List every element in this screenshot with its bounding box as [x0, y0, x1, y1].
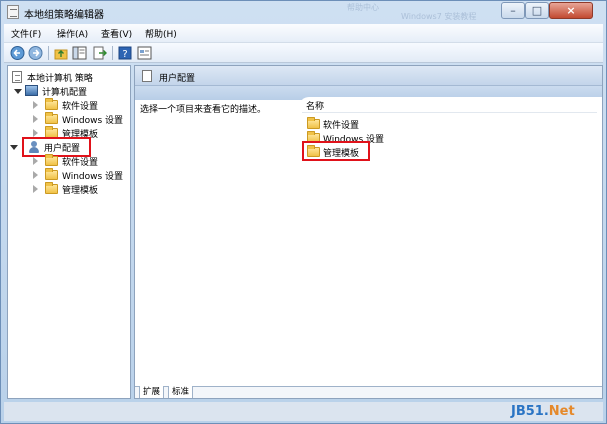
tree-node-computer-software[interactable]: 软件设置: [11, 98, 129, 112]
help-icon[interactable]: ?: [118, 46, 133, 60]
back-icon[interactable]: [10, 46, 25, 60]
highlight-admin-templates: [302, 141, 370, 161]
item-list[interactable]: 名称 软件设置 Windows 设置 管理模板: [299, 97, 602, 387]
menu-file[interactable]: 文件(F): [11, 27, 41, 40]
background-ghost-text-1: 帮助中心: [347, 3, 379, 12]
tree-label-root: 本地计算机 策略: [27, 74, 93, 84]
watermark-part2: Net: [548, 404, 575, 419]
tree-node-user-software[interactable]: 软件设置: [11, 154, 129, 168]
tree-node-computer-windows[interactable]: Windows 设置: [11, 112, 129, 126]
navigation-tree[interactable]: 本地计算机 策略 计算机配置 软件设置 Windows 设置 管理模板 用户配置: [7, 65, 131, 399]
folder-icon: [45, 154, 58, 166]
background-ghost-text-2: Windows7 安装教程: [401, 12, 477, 21]
column-header-name[interactable]: 名称: [306, 99, 324, 112]
menu-bar: 文件(F) 操作(A) 查看(V) 帮助(H): [4, 24, 603, 42]
export-list-icon[interactable]: [92, 46, 107, 60]
forward-icon[interactable]: [28, 46, 43, 60]
computer-icon: [25, 85, 38, 96]
minimize-button[interactable]: –: [501, 2, 525, 19]
tree-label-computer-config: 计算机配置: [42, 88, 88, 98]
app-icon: [7, 5, 19, 19]
tree-label: Windows 设置: [62, 116, 124, 126]
details-header-title: 用户配置: [159, 74, 196, 84]
folder-icon: [45, 112, 58, 124]
tree-label: Windows 设置: [62, 172, 124, 182]
tree-node-computer-config[interactable]: 计算机配置: [11, 84, 129, 98]
watermark-part1: JB51.: [511, 404, 549, 419]
menu-help[interactable]: 帮助(H): [145, 27, 177, 40]
watermark: JB51.Net: [511, 404, 575, 419]
tree-label: 软件设置: [62, 102, 99, 112]
details-header: 用户配置: [135, 66, 602, 86]
expand-arrow-icon[interactable]: [33, 185, 38, 193]
tree-label: 软件设置: [62, 158, 99, 168]
show-hide-tree-icon[interactable]: [72, 46, 87, 60]
tab-standard[interactable]: 标准: [168, 386, 194, 398]
folder-icon: [45, 182, 58, 194]
collapse-arrow-icon[interactable]: [14, 89, 22, 94]
tab-extended[interactable]: 扩展: [139, 386, 165, 398]
tree-node-user-windows[interactable]: Windows 设置: [11, 168, 129, 182]
menu-action[interactable]: 操作(A): [57, 27, 88, 40]
close-button[interactable]: ×: [549, 2, 593, 19]
policy-document-icon: [12, 71, 22, 83]
expand-arrow-icon[interactable]: [33, 129, 38, 137]
description-text: 选择一个项目来查看它的描述。: [140, 102, 267, 115]
column-divider: [302, 112, 597, 113]
properties-icon[interactable]: [137, 46, 152, 60]
toolbar-separator: [112, 46, 113, 60]
up-folder-icon[interactable]: [54, 46, 69, 60]
folder-icon: [45, 168, 58, 180]
svg-text:?: ?: [122, 49, 127, 60]
collapse-arrow-icon[interactable]: [10, 145, 18, 150]
expand-arrow-icon[interactable]: [33, 157, 38, 165]
folder-icon: [45, 98, 58, 110]
folder-icon: [307, 117, 320, 129]
main-window: 本地组策略编辑器 帮助中心 Windows7 安装教程 – □ × 文件(F) …: [0, 0, 607, 424]
tree-node-root[interactable]: 本地计算机 策略: [11, 70, 129, 84]
maximize-button[interactable]: □: [525, 2, 549, 19]
tree-label: 管理模板: [62, 186, 99, 196]
list-item-label: 软件设置: [323, 121, 360, 131]
menu-view[interactable]: 查看(V): [101, 27, 132, 40]
window-title: 本地组策略编辑器: [24, 10, 104, 21]
expand-arrow-icon[interactable]: [33, 101, 38, 109]
details-pane: 用户配置 选择一个项目来查看它的描述。 名称 软件设置 Windows 设置 管…: [134, 65, 603, 399]
view-tabs: 扩展 标准: [135, 386, 602, 398]
tree-node-user-admin[interactable]: 管理模板: [11, 182, 129, 196]
policy-document-icon: [142, 70, 152, 82]
toolbar: ?: [4, 42, 603, 63]
expand-arrow-icon[interactable]: [33, 115, 38, 123]
toolbar-separator: [48, 46, 49, 60]
expand-arrow-icon[interactable]: [33, 171, 38, 179]
title-bar[interactable]: 本地组策略编辑器 帮助中心 Windows7 安装教程 – □ ×: [1, 1, 606, 23]
